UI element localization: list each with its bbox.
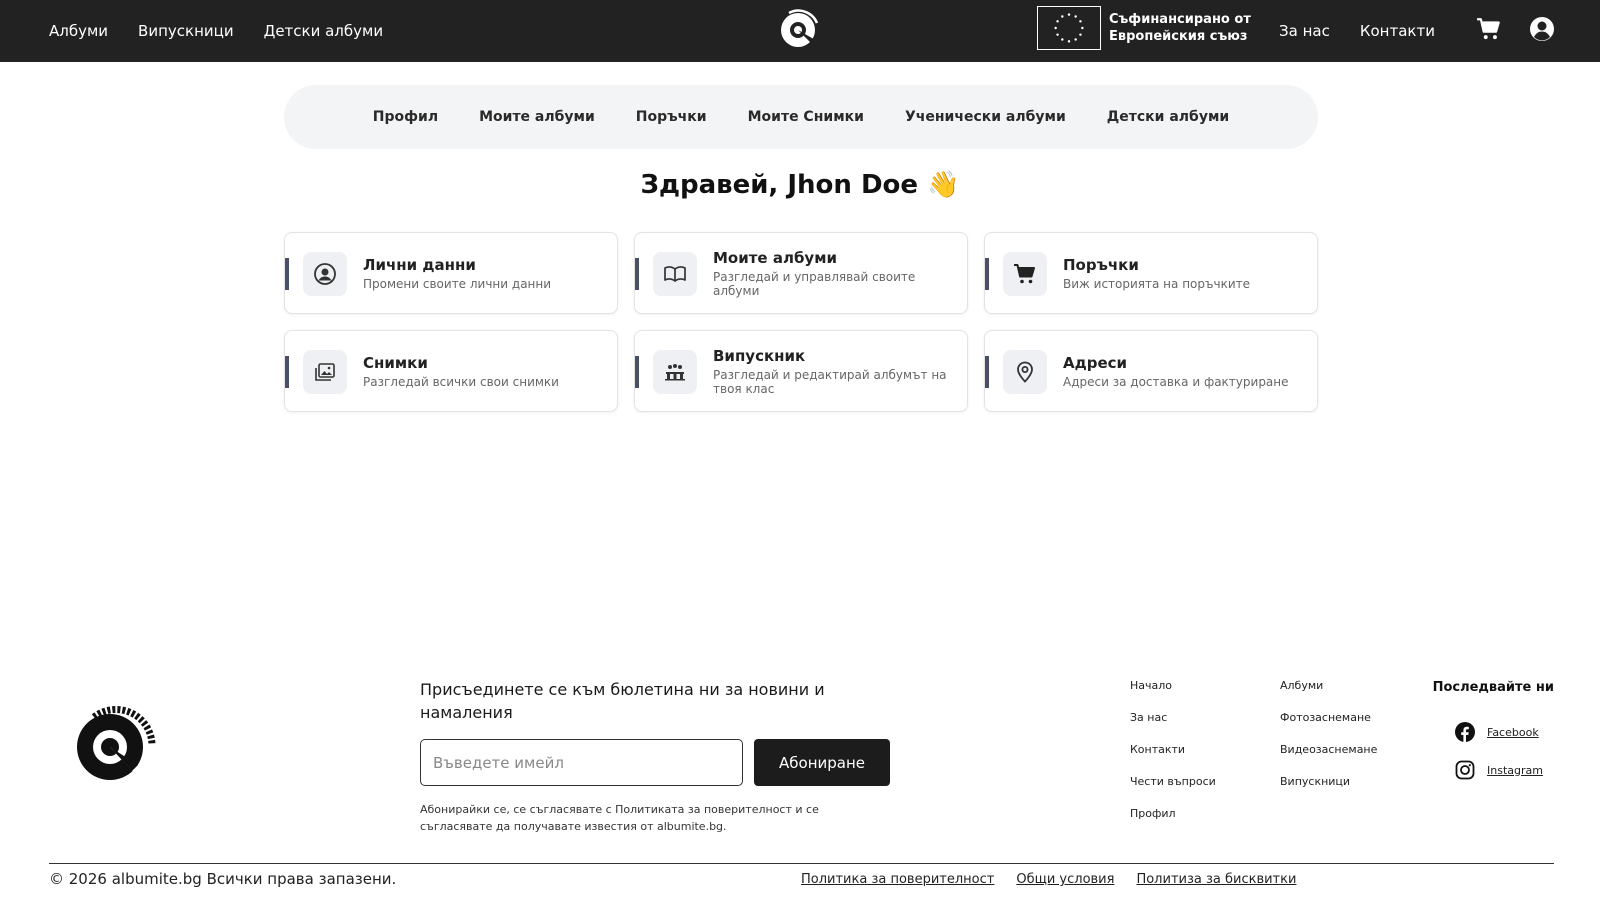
tab-my-photos[interactable]: Моите Снимки — [748, 109, 864, 125]
nav-link-about[interactable]: За нас — [1279, 22, 1330, 40]
card-icon-box — [653, 350, 697, 394]
cart-icon[interactable] — [1476, 16, 1502, 42]
facebook-icon[interactable] — [1455, 722, 1475, 742]
footer-link-about[interactable]: За нас — [1130, 710, 1216, 726]
footer-link-contacts[interactable]: Контакти — [1130, 742, 1216, 758]
follow-us-title: Последвайте ни — [1432, 680, 1554, 695]
footer-link-videoshoot[interactable]: Видеозаснемане — [1280, 742, 1377, 758]
facebook-link[interactable]: Facebook — [1487, 726, 1539, 739]
card-icon-box — [1003, 252, 1047, 296]
card-orders[interactable]: Поръчки Виж историята на поръчките — [984, 232, 1318, 314]
eu-cofunded-text: Съфинансирано от Европейския съюз — [1109, 11, 1251, 45]
card-title: Моите албуми — [713, 248, 837, 267]
tab-profile[interactable]: Профил — [373, 109, 438, 125]
profile-tabs: Профил Моите албуми Поръчки Моите Снимки… — [284, 85, 1318, 149]
user-circle-icon — [314, 263, 336, 285]
primary-nav: Албуми Випускници Детски албуми — [49, 0, 383, 62]
photos-icon — [315, 363, 335, 381]
card-title: Снимки — [363, 353, 428, 372]
cart-icon — [1014, 264, 1035, 284]
card-addresses[interactable]: Адреси Адреси за доставка и фактуриране — [984, 330, 1318, 412]
footer-link-profile[interactable]: Профил — [1130, 806, 1216, 822]
card-title: Адреси — [1063, 353, 1128, 372]
terms-link[interactable]: Общи условия — [1016, 872, 1114, 887]
card-icon-box — [303, 252, 347, 296]
card-my-albums[interactable]: Моите албуми Разгледай и управлявай свои… — [634, 232, 968, 314]
social-instagram: Instagram — [1455, 760, 1543, 780]
tab-student-albums[interactable]: Ученически албуми — [905, 109, 1066, 125]
card-description: Разгледай и редактирай албумът на твоя к… — [713, 367, 947, 396]
card-photos[interactable]: Снимки Разгледай всички свои снимки — [284, 330, 618, 412]
card-accent-bar — [635, 258, 639, 290]
eu-cofunded-badge: Съфинансирано от Европейския съюз — [1037, 6, 1251, 50]
nav-link-graduates[interactable]: Випускници — [138, 22, 234, 40]
privacy-policy-link[interactable]: Политика за поверителност — [801, 872, 994, 887]
footer-link-graduates[interactable]: Випускници — [1280, 774, 1377, 790]
newsletter-email-input[interactable] — [420, 739, 743, 786]
card-accent-bar — [985, 356, 989, 388]
footer-divider — [49, 863, 1554, 864]
card-graduate[interactable]: Випускник Разгледай и редактирай албумът… — [634, 330, 968, 412]
card-title: Випускник — [713, 346, 806, 365]
albumite-logo[interactable] — [777, 5, 823, 51]
footer-link-photoshoot[interactable]: Фотозаснемане — [1280, 710, 1377, 726]
card-title: Поръчки — [1063, 255, 1139, 274]
class-icon — [665, 364, 685, 381]
map-pin-icon — [1017, 361, 1033, 383]
card-icon-box — [303, 350, 347, 394]
nav-link-kids-albums[interactable]: Детски албуми — [264, 22, 383, 40]
footer-links-col-1: Начало За нас Контакти Чести въпроси Про… — [1130, 678, 1216, 822]
tab-my-albums[interactable]: Моите албуми — [479, 109, 595, 125]
top-navigation-bar: Албуми Випускници Детски албуми Съфинанс… — [0, 0, 1600, 62]
instagram-icon[interactable] — [1455, 760, 1475, 780]
cookie-policy-link[interactable]: Политиза за бисквитки — [1136, 872, 1296, 887]
footer-link-albums[interactable]: Албуми — [1280, 678, 1377, 694]
card-description: Разгледай и управлявай своите албуми — [713, 269, 916, 298]
card-icon-box — [653, 252, 697, 296]
nav-link-contacts[interactable]: Контакти — [1360, 22, 1435, 40]
newsletter-disclaimer: Абонирайки се, се съгласявате с Политика… — [420, 803, 819, 833]
card-description: Промени своите лични данни — [363, 276, 552, 291]
card-title: Лични данни — [363, 255, 476, 274]
footer-link-home[interactable]: Начало — [1130, 678, 1216, 694]
card-accent-bar — [285, 258, 289, 290]
newsletter-title: Присъединете се към бюлетина ни за новин… — [420, 680, 825, 722]
card-personal-data[interactable]: Лични данни Промени своите лични данни — [284, 232, 618, 314]
secondary-nav: За нас Контакти — [1279, 0, 1435, 62]
instagram-link[interactable]: Instagram — [1487, 764, 1543, 777]
book-open-icon — [664, 266, 686, 282]
card-icon-box — [1003, 350, 1047, 394]
footer-link-faq[interactable]: Чести въпроси — [1130, 774, 1216, 790]
page-title: Здравей, Jhon Doe 👋 — [640, 170, 960, 200]
social-facebook: Facebook — [1455, 722, 1539, 742]
subscribe-button[interactable]: Абониране — [754, 739, 890, 786]
footer-links-col-2: Албуми Фотозаснемане Видеозаснемане Випу… — [1280, 678, 1377, 790]
tab-kids-albums[interactable]: Детски албуми — [1107, 109, 1229, 125]
card-description: Виж историята на поръчките — [1063, 276, 1250, 291]
copyright-text: © 2026 albumite.bg Всички права запазени… — [49, 870, 397, 888]
footer-albumite-logo[interactable] — [72, 703, 158, 789]
eu-flag-icon — [1037, 6, 1101, 50]
card-accent-bar — [285, 356, 289, 388]
eu-text-line2: Европейския съюз — [1109, 29, 1248, 44]
card-accent-bar — [635, 356, 639, 388]
card-description: Адреси за доставка и фактуриране — [1063, 374, 1289, 389]
eu-text-line1: Съфинансирано от — [1109, 12, 1251, 27]
legal-links: Политика за поверителност Общи условия П… — [801, 872, 1296, 887]
tab-orders[interactable]: Поръчки — [636, 109, 707, 125]
card-accent-bar — [985, 258, 989, 290]
card-description: Разгледай всички свои снимки — [363, 374, 559, 389]
user-account-icon[interactable] — [1528, 15, 1556, 43]
nav-link-albums[interactable]: Албуми — [49, 22, 108, 40]
